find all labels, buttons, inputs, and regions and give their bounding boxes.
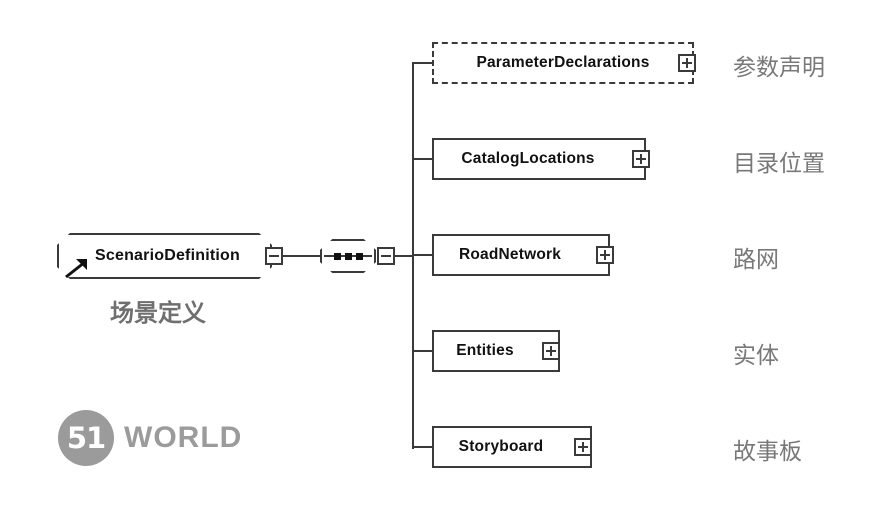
compositor-collapse-toggle[interactable] <box>377 247 395 265</box>
annotation-cataloglocations: 目录位置 <box>733 151 825 177</box>
expand-toggle-parameterdeclarations[interactable] <box>678 54 696 72</box>
expand-toggle-entities[interactable] <box>542 342 560 360</box>
brand-logo: 51 WORLD <box>58 410 242 466</box>
element-label-roadnetwork: RoadNetwork <box>458 246 562 263</box>
logo-mark-51: 51 <box>58 410 114 466</box>
expand-toggle-roadnetwork[interactable] <box>596 246 614 264</box>
branch-stub-entities <box>412 350 433 352</box>
element-label-entities: Entities <box>456 342 514 359</box>
element-box-entities[interactable]: Entities <box>432 330 560 372</box>
root-arrow-icon <box>65 259 87 279</box>
sequence-compositor[interactable] <box>320 239 376 273</box>
root-collapse-toggle[interactable] <box>265 247 283 265</box>
sequence-dots-icon <box>320 250 376 262</box>
expand-toggle-storyboard[interactable] <box>574 438 592 456</box>
element-label-cataloglocations: CatalogLocations <box>461 150 595 167</box>
annotation-scenariodefinition: 场景定义 <box>110 299 206 327</box>
branch-stub-parameterdeclarations <box>412 62 433 64</box>
element-box-cataloglocations[interactable]: CatalogLocations <box>432 138 646 180</box>
expand-toggle-cataloglocations[interactable] <box>632 150 650 168</box>
annotation-parameterdeclarations: 参数声明 <box>733 55 825 81</box>
element-box-roadnetwork[interactable]: RoadNetwork <box>432 234 610 276</box>
tree-trunk-line <box>412 63 414 449</box>
logo-text-world: WORLD <box>124 421 243 454</box>
annotation-storyboard: 故事板 <box>733 439 802 465</box>
annotation-roadnetwork: 路网 <box>733 247 779 273</box>
element-label-storyboard: Storyboard <box>458 438 544 455</box>
connector-root-to-compositor <box>283 255 320 257</box>
element-box-storyboard[interactable]: Storyboard <box>432 426 592 468</box>
branch-stub-roadnetwork <box>412 254 433 256</box>
branch-stub-storyboard <box>412 446 433 448</box>
branch-stub-cataloglocations <box>412 158 433 160</box>
annotation-entities: 实体 <box>733 343 779 369</box>
element-label-parameterdeclarations: ParameterDeclarations <box>476 54 650 71</box>
xsd-schema-diagram: ScenarioDefinition ParameterDeclarations… <box>0 0 881 520</box>
element-box-parameterdeclarations[interactable]: ParameterDeclarations <box>432 42 694 84</box>
root-element-scenariodefinition[interactable]: ScenarioDefinition <box>57 233 272 279</box>
